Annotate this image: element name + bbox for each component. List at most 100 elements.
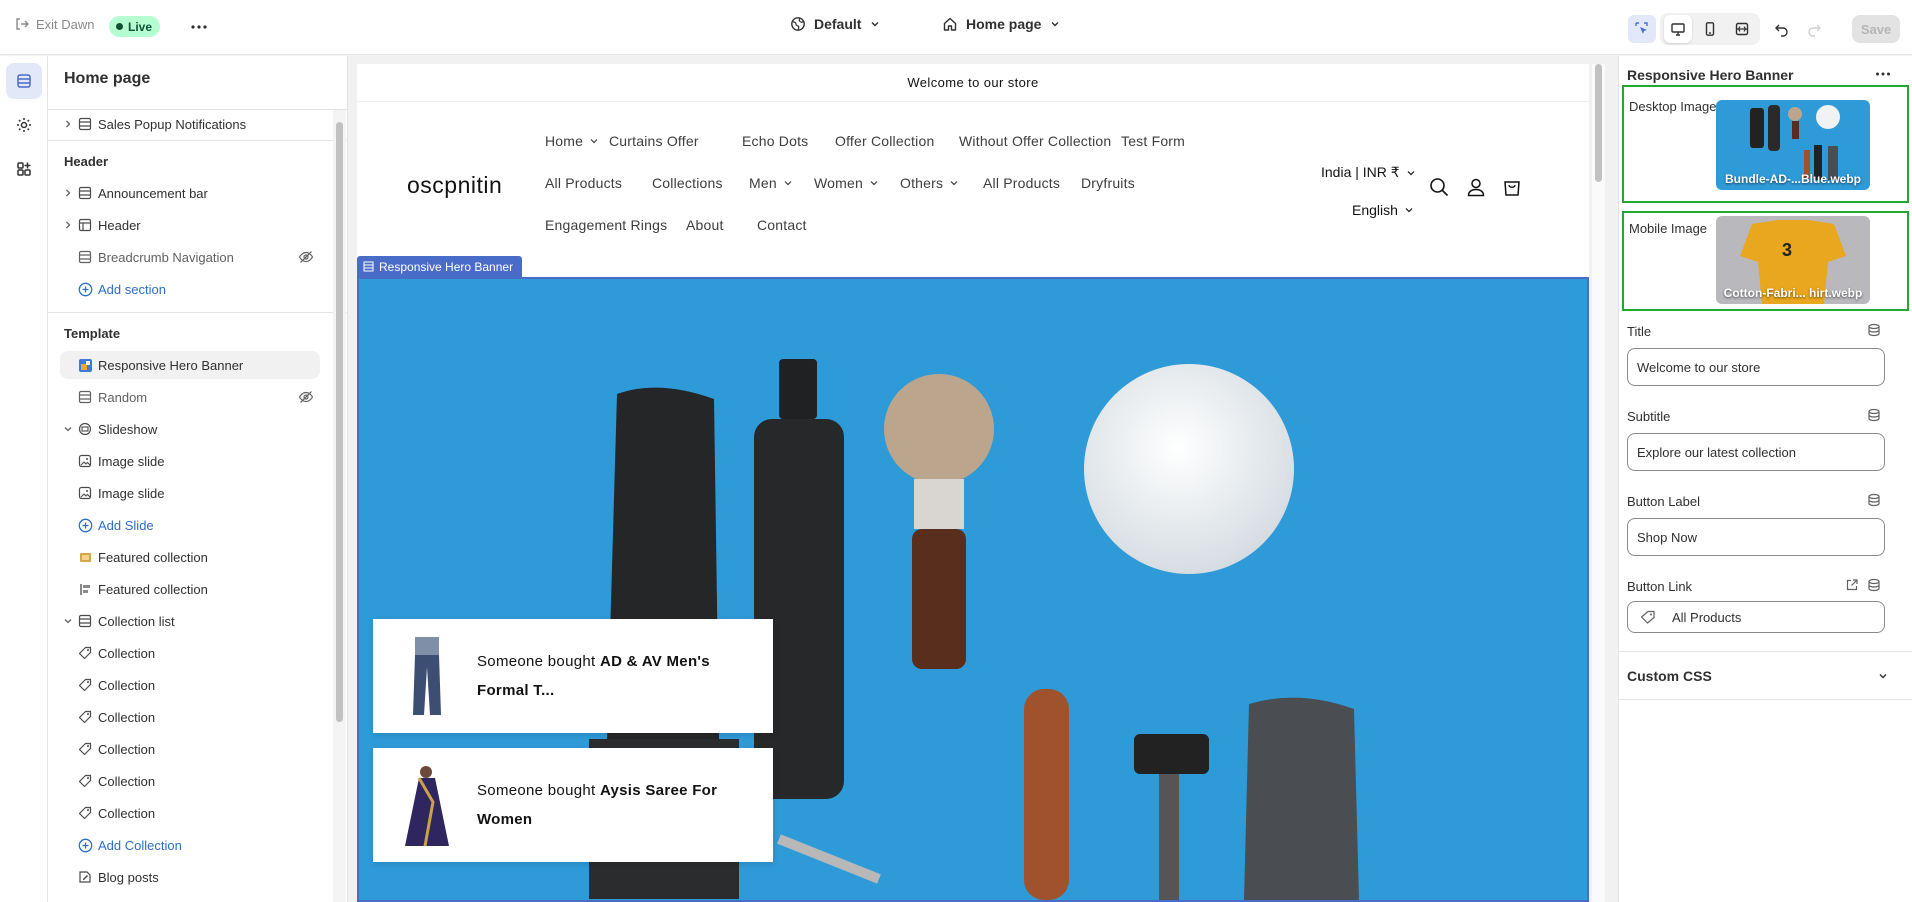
search-icon[interactable] <box>1428 176 1450 198</box>
theme-selector[interactable]: Default <box>790 16 881 32</box>
section-icon <box>363 261 374 272</box>
more-actions-button[interactable] <box>188 16 210 38</box>
block-collection[interactable]: Collection <box>76 735 320 763</box>
scrollbar-thumb[interactable] <box>336 122 343 722</box>
section-featured-collection[interactable]: Featured collection <box>60 575 320 603</box>
live-dot-icon <box>116 23 123 30</box>
section-slideshow[interactable]: Slideshow <box>60 415 320 443</box>
chevron-right-icon[interactable] <box>60 220 76 230</box>
nav-women[interactable]: Women <box>814 175 879 191</box>
section-breadcrumb[interactable]: Breadcrumb Navigation <box>60 243 320 271</box>
nav-all-products-2[interactable]: All Products <box>983 175 1060 191</box>
hidden-eye-icon[interactable] <box>298 250 314 264</box>
chevron-down-icon[interactable] <box>60 616 76 626</box>
page-selector[interactable]: Home page <box>942 16 1061 32</box>
add-collection-button[interactable]: Add Collection <box>76 831 320 859</box>
hero-banner[interactable]: Someone bought AD & AV Men's Formal T...… <box>357 277 1589 902</box>
redo-icon <box>1808 24 1821 37</box>
nav-offer-collection[interactable]: Offer Collection <box>835 133 934 149</box>
apps-rail-button[interactable] <box>6 151 42 187</box>
undo-button[interactable] <box>1768 15 1796 43</box>
sales-popup[interactable]: Someone bought AD & AV Men's Formal T... <box>373 619 773 733</box>
nav-all-products[interactable]: All Products <box>545 175 622 191</box>
block-collection[interactable]: Collection <box>76 703 320 731</box>
popup-product-line2: Women <box>477 811 533 828</box>
dynamic-source-icon[interactable] <box>1867 408 1881 422</box>
nav-others[interactable]: Others <box>900 175 959 191</box>
language-selector[interactable]: English <box>1352 202 1414 218</box>
nav-test-form[interactable]: Test Form <box>1121 133 1185 149</box>
nav-collections[interactable]: Collections <box>652 175 723 191</box>
title-input[interactable]: Welcome to our store <box>1627 348 1885 386</box>
country-selector[interactable]: India | INR ₹ <box>1321 164 1416 181</box>
block-collection[interactable]: Collection <box>76 671 320 699</box>
sections-rail-button[interactable] <box>6 63 42 99</box>
section-label: Blog posts <box>98 869 159 885</box>
add-section-button[interactable]: Add section <box>60 275 320 303</box>
external-link-icon[interactable] <box>1845 578 1859 592</box>
chevron-right-icon[interactable] <box>60 188 76 198</box>
settings-more-button[interactable] <box>1875 66 1891 82</box>
block-image-slide[interactable]: Image slide <box>76 479 320 507</box>
chevron-down-icon[interactable] <box>60 424 76 434</box>
block-collection[interactable]: Collection <box>76 639 320 667</box>
add-slide-button[interactable]: Add Slide <box>76 511 320 539</box>
nav-dryfruits[interactable]: Dryfruits <box>1081 175 1135 191</box>
nav-label: All Products <box>983 175 1061 191</box>
subtitle-input[interactable]: Explore our latest collection <box>1627 433 1885 471</box>
nav-home[interactable]: Home <box>545 133 599 149</box>
desktop-image-field[interactable]: Desktop Image Bundle-AD-...Blue.webp <box>1622 85 1909 203</box>
sections-scrollbar[interactable] <box>333 110 346 902</box>
section-featured-collection[interactable]: Featured collection <box>60 543 320 571</box>
inspector-toggle-button[interactable] <box>1628 15 1656 43</box>
selected-section-tag[interactable]: Responsive Hero Banner <box>357 256 523 277</box>
redo-button[interactable] <box>1800 15 1828 43</box>
desktop-view-button[interactable] <box>1664 15 1692 43</box>
dynamic-source-icon[interactable] <box>1867 323 1881 337</box>
section-collection-list[interactable]: Collection list <box>60 607 320 635</box>
save-button[interactable]: Save <box>1852 15 1900 43</box>
nav-without-offer-collection[interactable]: Without Offer Collection <box>959 133 1111 149</box>
mobile-image-preview[interactable]: 3 Cotton-Fabri... hirt.webp <box>1716 216 1870 304</box>
hidden-eye-icon[interactable] <box>298 390 314 404</box>
store-logo[interactable]: oscpnitin <box>407 172 502 199</box>
section-header[interactable]: Header <box>60 211 320 239</box>
block-image-slide[interactable]: Image slide <box>76 447 320 475</box>
section-random[interactable]: Random <box>60 383 320 411</box>
mobile-view-button[interactable] <box>1696 15 1724 43</box>
preview-scrollbar[interactable] <box>1592 64 1605 902</box>
cart-icon[interactable] <box>1501 176 1523 198</box>
section-blog-posts[interactable]: Blog posts <box>60 863 320 891</box>
nav-men[interactable]: Men <box>749 175 793 191</box>
nav-echo-dots[interactable]: Echo Dots <box>742 133 808 149</box>
button-link-picker[interactable]: All Products <box>1627 601 1885 633</box>
nav-label: Others <box>900 175 944 191</box>
tag-icon <box>76 646 94 660</box>
block-collection[interactable]: Collection <box>76 767 320 795</box>
nav-engagement-rings[interactable]: Engagement Rings <box>545 217 667 233</box>
announcement-bar[interactable]: Welcome to our store <box>357 64 1589 102</box>
sales-popup[interactable]: Someone bought Aysis Saree For Women <box>373 748 773 862</box>
section-icon <box>76 117 94 131</box>
nav-about[interactable]: About <box>686 217 724 233</box>
dynamic-source-icon[interactable] <box>1867 578 1881 592</box>
section-sales-popup[interactable]: Sales Popup Notifications <box>60 110 320 138</box>
button-label-input[interactable]: Shop Now <box>1627 518 1885 556</box>
nav-contact[interactable]: Contact <box>757 217 807 233</box>
account-icon[interactable] <box>1465 176 1487 198</box>
block-collection[interactable]: Collection <box>76 799 320 827</box>
section-announcement-bar[interactable]: Announcement bar <box>60 179 320 207</box>
nav-curtains-offer[interactable]: Curtains Offer <box>609 133 699 149</box>
dynamic-source-icon[interactable] <box>1867 493 1881 507</box>
section-responsive-hero-banner[interactable]: Responsive Hero Banner <box>60 351 320 379</box>
exit-button[interactable]: Exit Dawn <box>14 16 95 32</box>
template-group-heading: Template <box>64 326 121 341</box>
desktop-image-preview[interactable]: Bundle-AD-...Blue.webp <box>1716 100 1870 190</box>
mobile-image-field[interactable]: Mobile Image 3 Cotton-Fabri... hirt.webp <box>1622 211 1909 311</box>
fullscreen-view-button[interactable] <box>1728 15 1756 43</box>
featured-collection-icon <box>76 550 94 565</box>
scrollbar-thumb[interactable] <box>1595 64 1602 182</box>
chevron-right-icon[interactable] <box>60 119 76 129</box>
custom-css-toggle[interactable]: Custom CSS <box>1627 668 1889 684</box>
theme-settings-rail-button[interactable] <box>6 107 42 143</box>
